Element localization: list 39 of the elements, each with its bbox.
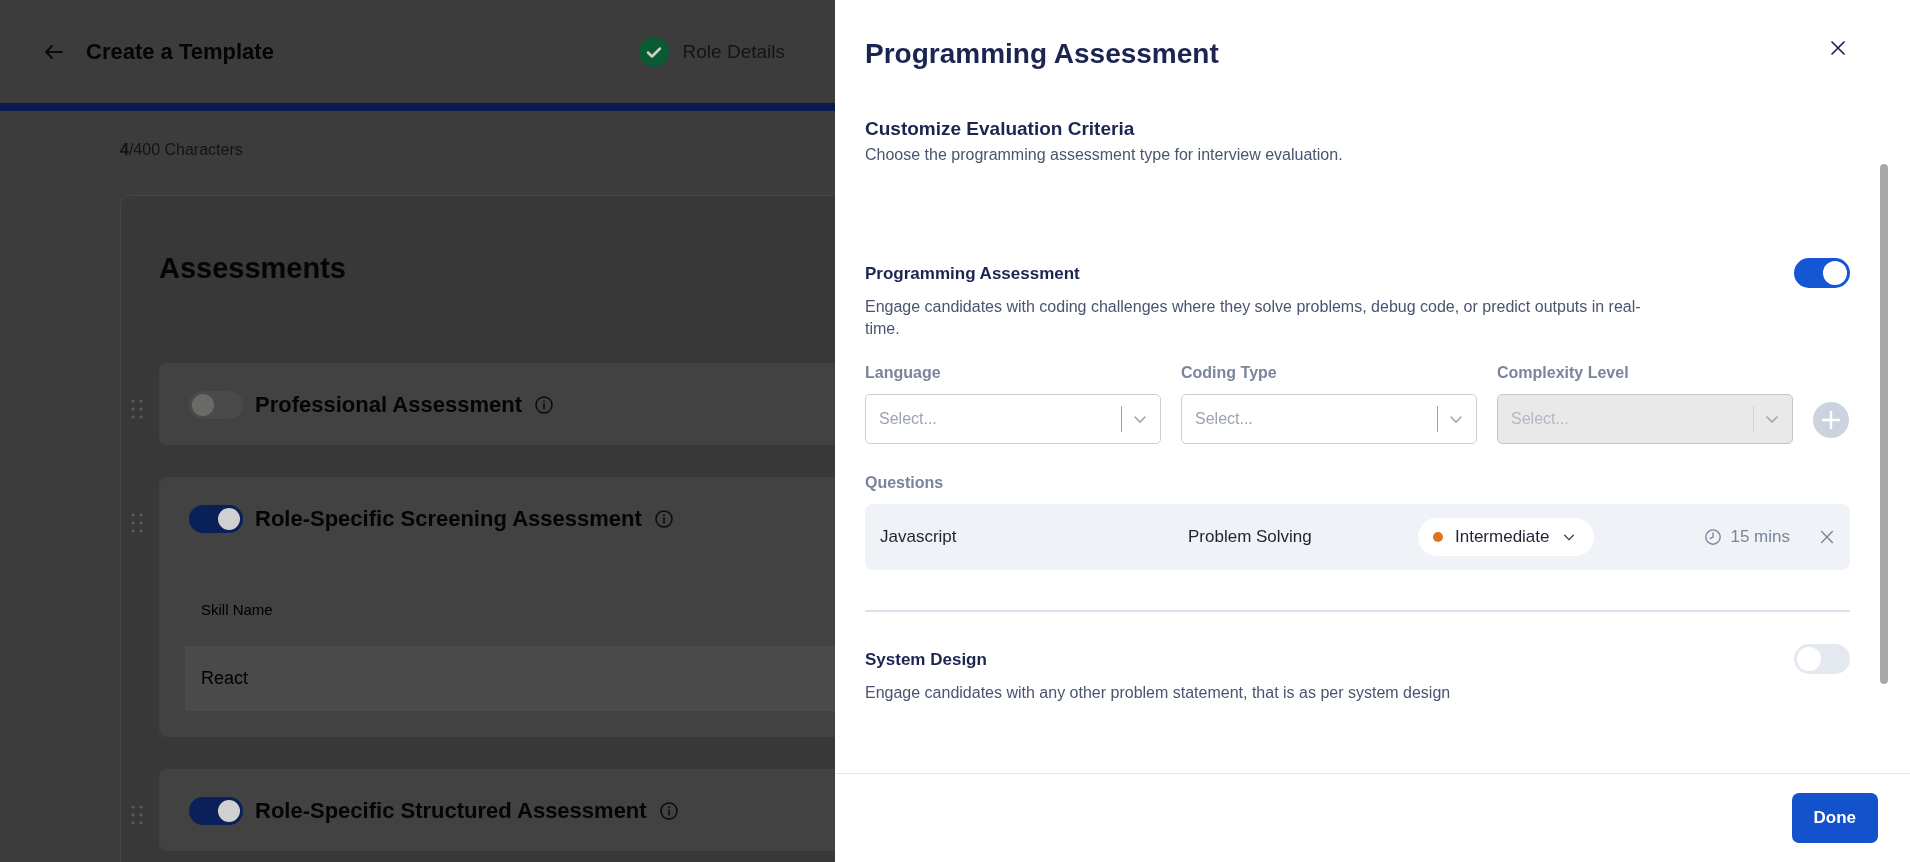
close-icon[interactable]	[1828, 38, 1848, 58]
section-description: Engage candidates with coding challenges where they solve problems, debug code, or predict outputs in real-time.	[865, 297, 1642, 339]
question-duration: 15 mins	[1730, 527, 1790, 547]
section-description: Engage candidates with any other problem statement, that is as per system design	[865, 683, 1451, 703]
section-title: System Design	[865, 650, 988, 670]
skill-field[interactable]: React	[185, 646, 835, 711]
assessment-title: Professional Assessment	[255, 392, 522, 418]
select-field[interactable]: Select...	[1181, 394, 1477, 444]
clock-icon	[1704, 528, 1723, 546]
toggle-switch[interactable]	[189, 505, 243, 533]
info-icon[interactable]	[658, 801, 679, 821]
add-button-icon[interactable]	[1813, 402, 1849, 438]
done-button[interactable]: Done	[1791, 793, 1878, 843]
field-label: Coding Type	[1181, 364, 1278, 382]
questions-label: Questions	[865, 474, 945, 492]
question-type: Problem Solving	[1188, 527, 1313, 547]
info-icon[interactable]	[653, 509, 674, 529]
field-label: Complexity Level	[1497, 364, 1630, 382]
skill-label: Skill Name	[200, 601, 274, 618]
drag-handle-icon[interactable]	[131, 399, 143, 419]
drag-handle-icon[interactable]	[131, 805, 143, 825]
drag-handle-icon[interactable]	[131, 513, 143, 533]
field-label: Language	[865, 364, 942, 382]
select-field[interactable]: Select...	[865, 394, 1161, 444]
toggle-switch[interactable]	[189, 797, 243, 825]
section-title: Programming Assessment	[865, 264, 1081, 284]
remove-icon[interactable]	[1818, 528, 1836, 546]
toggle-switch[interactable]	[1794, 258, 1850, 288]
assessment-title: Role-Specific Screening Assessment	[255, 506, 642, 532]
assessment-title: Role-Specific Structured Assessment	[255, 798, 647, 824]
toggle-switch[interactable]	[1794, 644, 1850, 674]
scrollbar-thumb[interactable]	[1880, 164, 1888, 684]
drawer-title: Programming Assessment	[865, 38, 1219, 70]
toggle-switch[interactable]	[189, 391, 243, 419]
drawer-subtitle: Customize Evaluation Criteria	[865, 118, 1136, 140]
drawer-description: Choose the programming assessment type for interview evaluation.	[865, 146, 1344, 164]
level-dropdown[interactable]: Intermediate	[1418, 518, 1594, 556]
info-icon[interactable]	[533, 395, 554, 415]
question-language: Javascript	[880, 527, 958, 547]
